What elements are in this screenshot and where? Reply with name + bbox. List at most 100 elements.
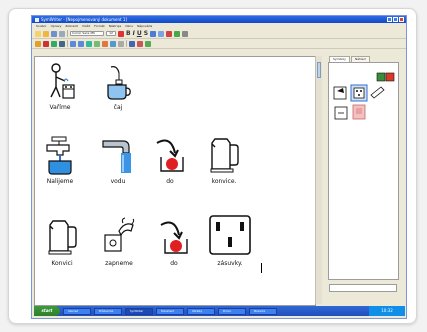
maximize-button[interactable]	[393, 17, 398, 22]
taskbar-item[interactable]: Průzkumník	[94, 307, 122, 315]
symbol-label: vodu	[110, 178, 126, 185]
symbol-label: zásuvky.	[217, 260, 243, 267]
toolbar-separator	[126, 40, 127, 47]
save-icon[interactable]	[51, 30, 57, 37]
picture-icon[interactable]	[51, 40, 57, 47]
kettle-icon	[210, 138, 239, 173]
symbol-label: Vaříme	[49, 104, 71, 111]
into-arrow-icon	[160, 221, 188, 254]
layout-icon[interactable]	[70, 40, 76, 47]
layout-icon[interactable]	[78, 40, 84, 47]
speak-icon[interactable]	[182, 30, 189, 37]
toolbar-separator	[67, 40, 68, 47]
font-select[interactable]: Comic Sans MS	[70, 31, 104, 36]
symbol-label: Nalijeme	[46, 178, 74, 185]
symbol-varime[interactable]: Vaříme	[45, 63, 75, 111]
bold-button[interactable]: B	[126, 30, 131, 37]
picture-choice-icon[interactable]	[352, 104, 366, 120]
close-button[interactable]	[399, 17, 404, 22]
symbol-choices	[333, 72, 395, 120]
settings-icon[interactable]	[118, 40, 124, 47]
panel-search-field[interactable]	[329, 284, 397, 292]
taskbar-item[interactable]: Pomoc	[218, 307, 246, 315]
taskbar-item[interactable]: Obrázky	[187, 307, 215, 315]
highlight-icon[interactable]	[102, 40, 108, 47]
font-size-select[interactable]: 12	[106, 31, 116, 36]
toolbar-top: Comic Sans MS 12 B I U S	[32, 29, 406, 39]
list-icon[interactable]	[158, 30, 165, 37]
into-arrow-icon	[156, 139, 184, 172]
symbol-label: Konvici	[51, 260, 73, 267]
undo-icon[interactable]	[166, 30, 173, 37]
open-icon[interactable]	[43, 30, 49, 37]
new-icon[interactable]	[35, 30, 41, 37]
taskbar-item[interactable]: SymWriter	[125, 307, 153, 315]
panel-content	[328, 62, 399, 280]
menu-item-format[interactable]: Formát	[94, 23, 105, 29]
text-cursor	[261, 263, 262, 273]
document-page[interactable]: Vaříme čaj Nalijeme vodu do konvice. Kon…	[34, 56, 316, 306]
window-title: SymWriter - [Nepojmenovaný dokument 1]	[41, 17, 127, 22]
menu-item-help[interactable]: Nápověda	[137, 23, 152, 29]
menu-item-view[interactable]: Zobrazit	[65, 23, 77, 29]
socket-choice-icon[interactable]	[350, 84, 368, 102]
symbol-caj[interactable]: čaj	[103, 63, 133, 111]
tea-cup-icon	[107, 66, 131, 100]
menu-item-file[interactable]: Soubor	[36, 23, 47, 29]
taskbar-item[interactable]: Malování	[249, 307, 277, 315]
minimize-button[interactable]	[387, 17, 392, 22]
zoom-icon[interactable]	[110, 40, 116, 47]
title-bar[interactable]: SymWriter - [Nepojmenovaný dokument 1]	[32, 16, 406, 23]
toolbar-separator	[67, 30, 68, 37]
window-controls	[387, 17, 406, 22]
start-button[interactable]: start	[34, 306, 60, 316]
symbol-label: do	[166, 178, 174, 185]
plug-in-icon	[104, 217, 135, 252]
system-tray-clock: 10:32	[369, 306, 405, 316]
taskbar: start Internet Průzkumník SymWriter Doku…	[34, 306, 405, 316]
symbol-label: čaj	[113, 104, 123, 111]
menu-item-edit[interactable]: Úpravy	[51, 23, 62, 29]
align-icon[interactable]	[150, 30, 157, 37]
table-icon[interactable]	[59, 40, 65, 47]
print-icon[interactable]	[59, 30, 65, 37]
symbol-konvice[interactable]: konvice.	[207, 135, 241, 185]
symbol-nalijeme[interactable]: Nalijeme	[43, 135, 77, 185]
symbol-do-1[interactable]: do	[153, 135, 187, 185]
tap-water-icon	[46, 136, 72, 175]
stop-icon[interactable]	[137, 40, 143, 47]
navigate-icon[interactable]	[129, 40, 135, 47]
kettle-icon	[48, 220, 77, 255]
app-icon	[35, 17, 39, 22]
symbol-zapneme[interactable]: zapneme	[101, 217, 137, 267]
cooking-person-icon	[50, 63, 75, 99]
device-choice-icon[interactable]	[334, 106, 348, 120]
symbol-label: do	[170, 260, 178, 267]
play-icon[interactable]	[145, 40, 151, 47]
document-scrollbar[interactable]	[315, 56, 322, 304]
symbol-vodu[interactable]: vodu	[101, 135, 135, 185]
symbol-konvici[interactable]: Konvici	[45, 217, 79, 267]
underline-button[interactable]: U	[137, 30, 142, 37]
symbol-icon[interactable]	[35, 40, 41, 47]
symbol-label: zapneme	[105, 260, 133, 267]
italic-button[interactable]: I	[133, 30, 135, 37]
symbol-label: konvice.	[211, 178, 237, 185]
spell-icon[interactable]	[94, 40, 100, 47]
wordlist-icon[interactable]	[86, 40, 92, 47]
redo-icon[interactable]	[174, 30, 181, 37]
toolbar-bottom	[32, 39, 406, 49]
text-color-icon[interactable]	[118, 30, 124, 37]
taskbar-item[interactable]: Dokument	[156, 307, 184, 315]
plug-in-icon[interactable]	[333, 86, 347, 100]
symbol-zasuvky[interactable]: zásuvky.	[207, 213, 253, 267]
taskbar-item[interactable]: Internet	[63, 307, 91, 315]
grid-icon[interactable]	[43, 40, 49, 47]
scrollbar-thumb[interactable]	[317, 62, 321, 78]
menu-item-window[interactable]: Okno	[125, 23, 133, 29]
symbol-do-2[interactable]: do	[157, 217, 191, 267]
menu-item-insert[interactable]: Vložit	[82, 23, 90, 29]
strike-button[interactable]: S	[144, 30, 148, 37]
plug-choice-icon[interactable]	[370, 86, 385, 99]
menu-item-tools[interactable]: Nástroje	[109, 23, 122, 29]
